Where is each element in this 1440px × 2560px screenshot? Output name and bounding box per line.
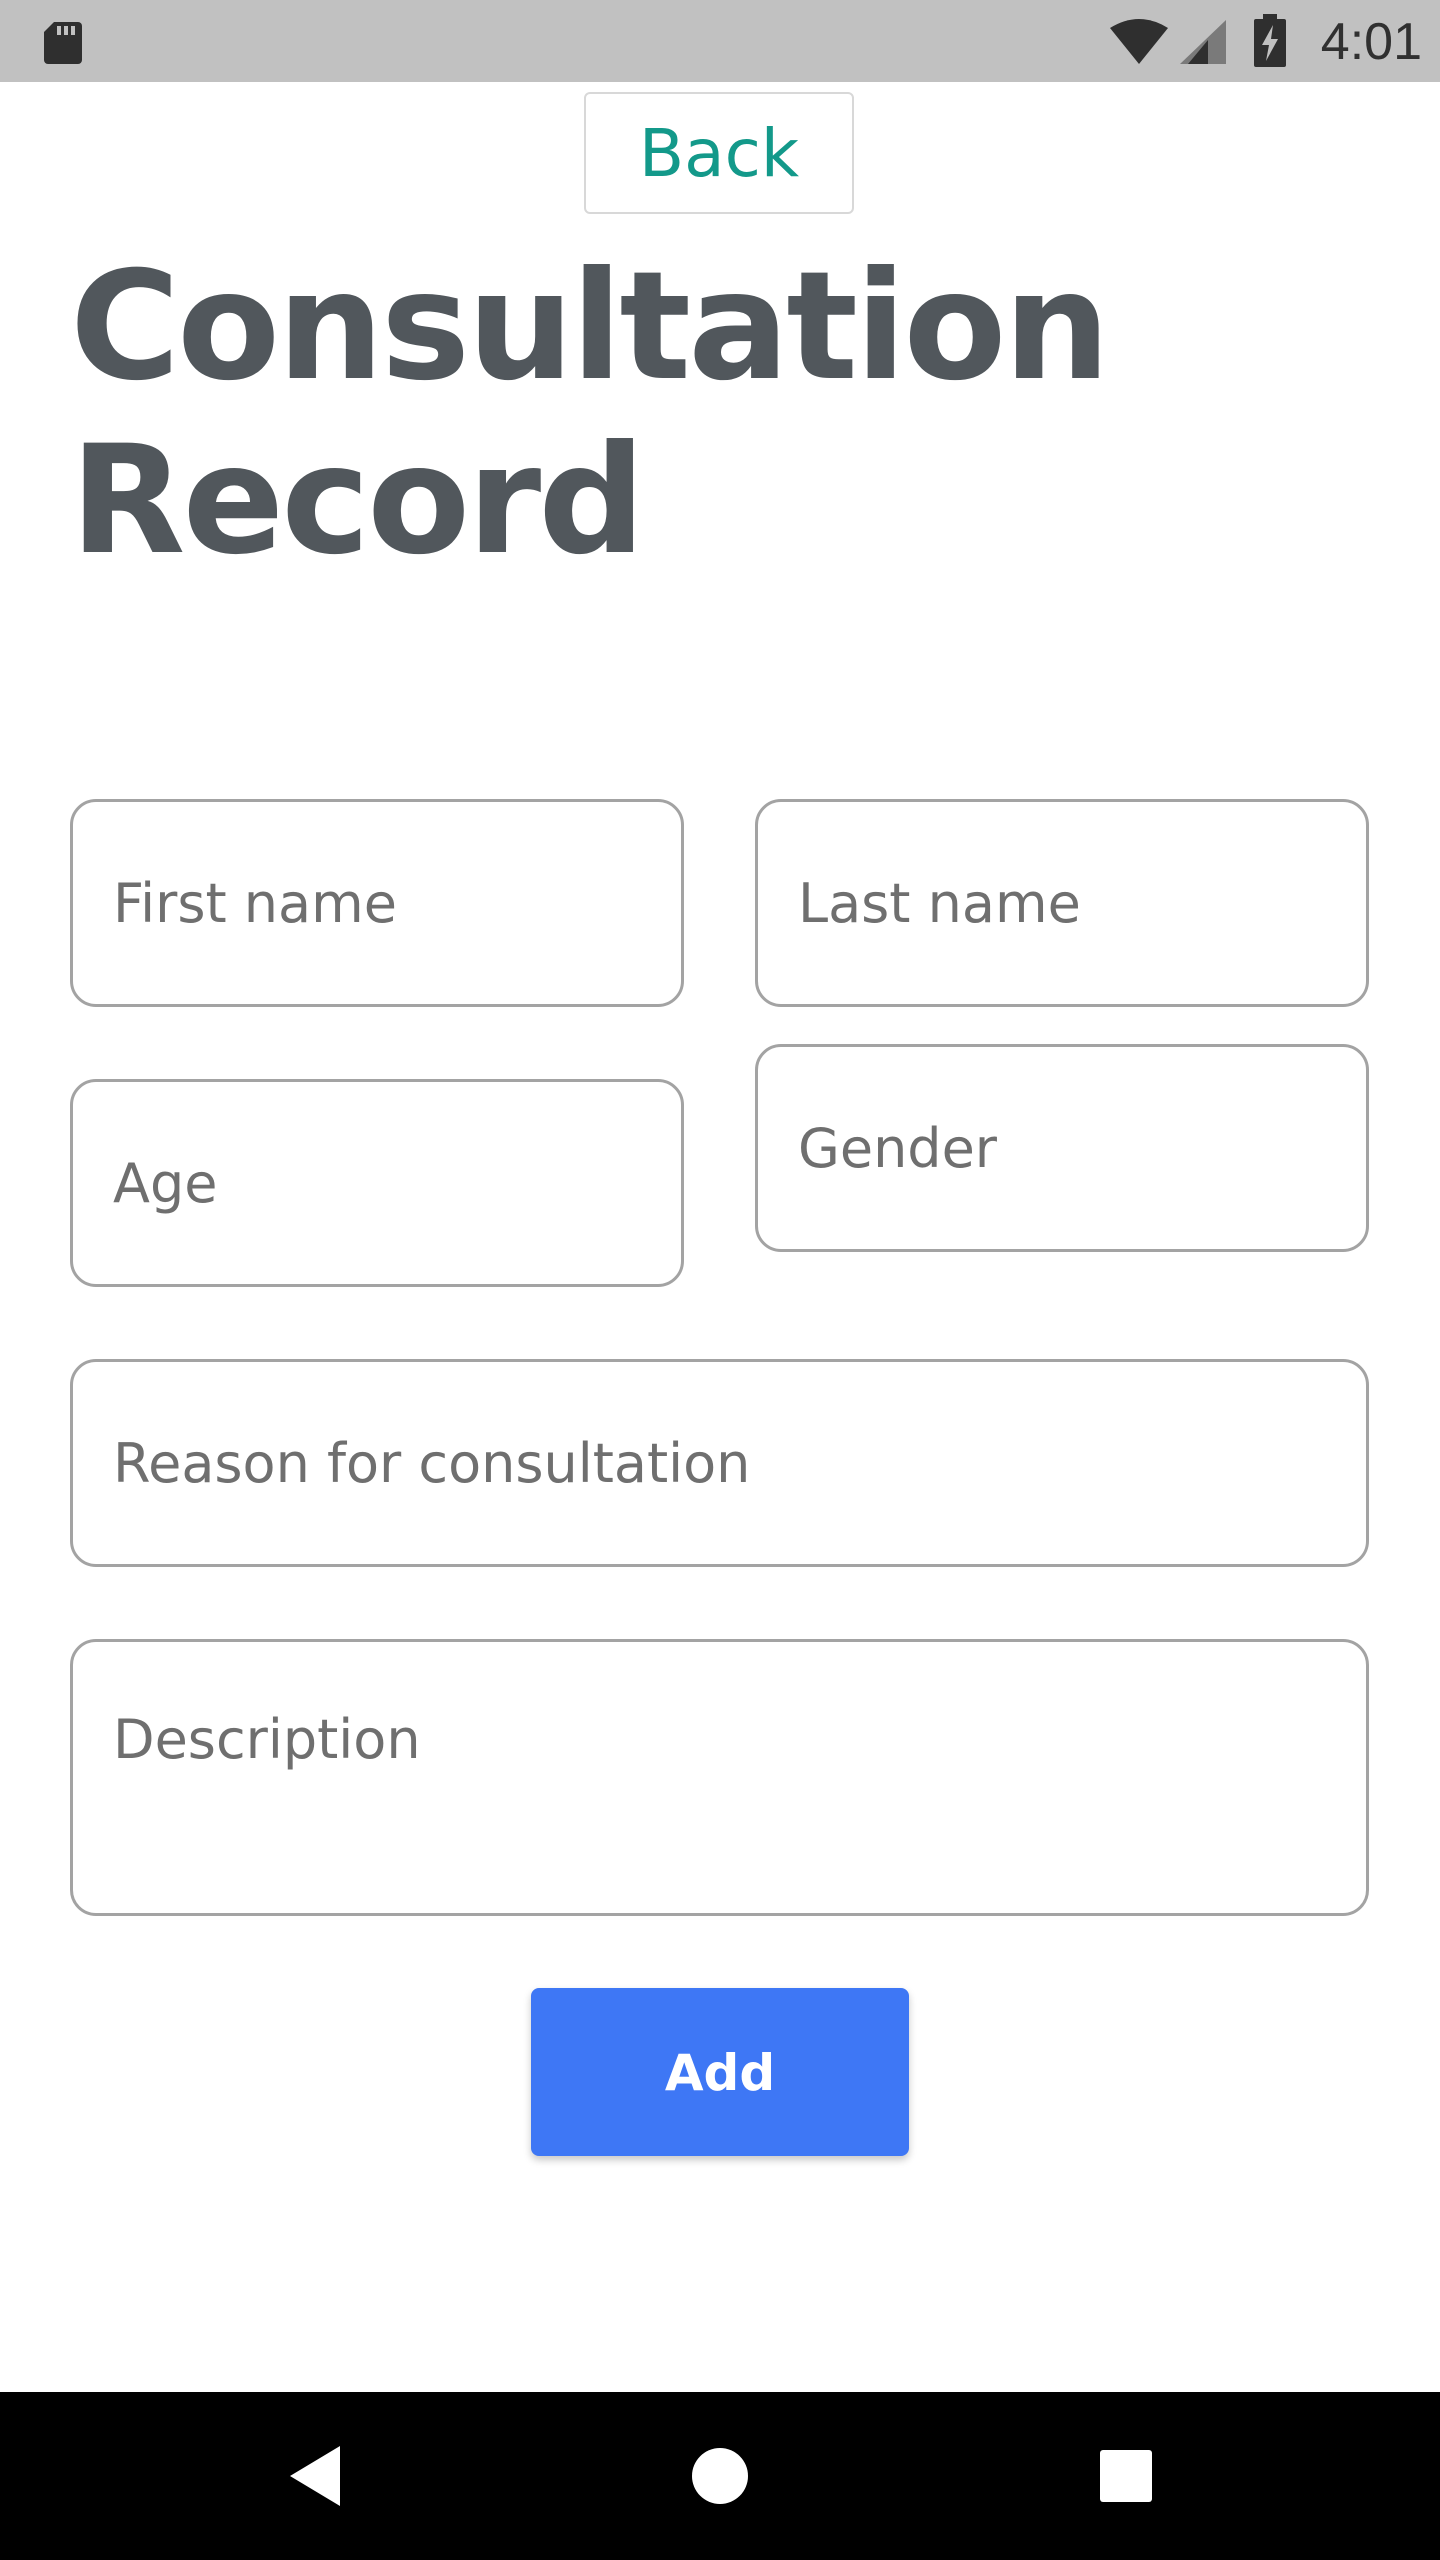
first-name-input[interactable] [70,799,684,1007]
home-circle-icon[interactable] [670,2426,770,2526]
back-triangle-icon[interactable] [266,2426,366,2526]
status-clock: 4:01 [1320,13,1422,71]
description-textarea[interactable] [70,1639,1369,1916]
page-title-line-1: Consultation [70,240,1110,414]
add-button[interactable]: Add [531,1988,909,2156]
sd-card-icon [44,22,82,64]
back-button[interactable]: Back [584,92,854,214]
page-title-line-2: Record [70,414,646,588]
page-title: Consultation Record [70,240,1110,588]
gender-input[interactable] [755,1044,1369,1252]
age-input[interactable] [70,1079,684,1287]
battery-charging-icon [1254,14,1286,67]
wifi-icon [1110,19,1168,64]
cell-signal-icon [1180,20,1226,64]
consultation-record-screen: 4:01 Back Consultation Record Add [0,0,1440,2560]
navigation-bar [0,2392,1440,2560]
status-bar: 4:01 [0,0,1440,82]
reason-for-consultation-input[interactable] [70,1359,1369,1567]
recents-square-icon[interactable] [1076,2426,1176,2526]
last-name-input[interactable] [755,799,1369,1007]
